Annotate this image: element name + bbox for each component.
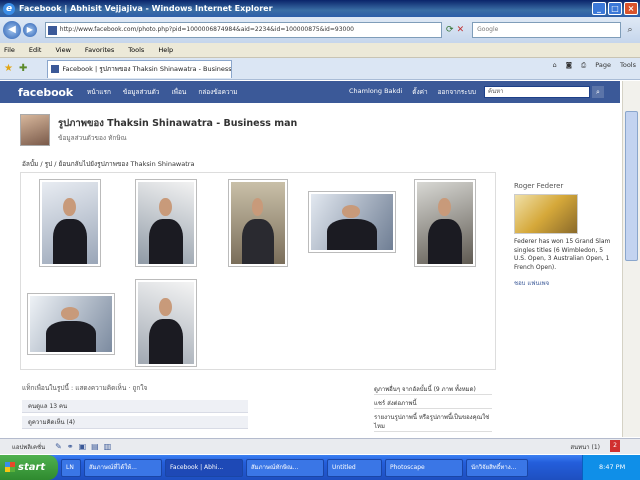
photo-grid <box>20 172 496 370</box>
search-icon[interactable]: ⌕ <box>623 23 637 37</box>
menu-help[interactable]: Help <box>158 46 173 54</box>
facebook-favicon-icon <box>51 64 60 73</box>
search-input[interactable]: Google <box>472 22 622 38</box>
photo-actions-label[interactable]: แท็กเพื่อนในรูปนี้ : แสดงความคิดเห็น · ถ… <box>22 383 252 393</box>
nav-settings[interactable]: ตั้งค่า <box>412 87 427 97</box>
home-icon[interactable]: ⌂ <box>553 61 557 70</box>
window-titlebar: e Facebook | Abhisit Vejjajiva - Windows… <box>0 0 640 17</box>
address-toolbar: ◀ ▶ http://www.facebook.com/photo.php?pi… <box>0 17 640 43</box>
facebook-chat-bar: แอปพลิเคชั่น ✎ ⚭ ▣ ▤ ▥ สนทนา (1) 2 <box>0 438 640 454</box>
refresh-icon[interactable]: ⟳ <box>446 25 454 35</box>
chat-button[interactable]: สนทนา (1) <box>570 442 600 452</box>
taskbar-item[interactable]: Facebook | Abhi... <box>165 458 243 477</box>
address-input[interactable]: http://www.facebook.com/photo.php?pid=10… <box>44 22 443 38</box>
photo-thumbnail[interactable] <box>135 279 197 367</box>
breadcrumb[interactable]: อัลบั้ม / รูป / ย้อนกลับไปยังรูปภาพของ T… <box>22 159 194 169</box>
forward-button[interactable]: ▶ <box>22 23 37 37</box>
taskbar-item[interactable]: Photoscape <box>385 458 463 477</box>
facebook-search-input[interactable]: ค้นหา <box>484 86 590 98</box>
scrollbar-thumb[interactable] <box>625 111 638 261</box>
nav-inbox[interactable]: กล่องข้อความ <box>198 87 237 97</box>
nav-profile[interactable]: ข้อมูลส่วนตัว <box>123 87 160 97</box>
tab-bar: ★ ✚ Facebook | รูปภาพของ Thaksin Shinawa… <box>0 58 640 80</box>
photo-thumbnail[interactable] <box>228 179 288 267</box>
app-shortcuts: ✎ ⚭ ▣ ▤ ▥ <box>55 442 111 451</box>
address-url: http://www.facebook.com/photo.php?pid=10… <box>59 26 354 33</box>
menu-edit[interactable]: Edit <box>29 46 42 54</box>
photo-thumbnail[interactable] <box>39 179 101 267</box>
taskbar-item[interactable]: นักวิจัยสิทธิ์ทาง... <box>466 458 528 477</box>
likes-row[interactable]: คนดูแล 13 คน <box>22 400 248 413</box>
maximize-button[interactable]: □ <box>608 2 622 15</box>
sidebar-ad: Roger Federer Federer has won 15 Grand S… <box>506 172 614 292</box>
taskbar-item[interactable]: Untitled <box>327 458 382 477</box>
photo-thumbnail[interactable] <box>135 179 197 267</box>
events-icon[interactable]: ▤ <box>91 442 99 451</box>
report-link[interactable]: รายงานรูปภาพนี้ หรือรูปภาพนี้เป็นของคุณใ… <box>374 413 492 432</box>
command-bar: ⌂ ◙ ⎙ Page Tools <box>553 61 636 70</box>
ad-image[interactable] <box>514 194 578 234</box>
links-icon[interactable]: ⚭ <box>67 442 74 451</box>
taskbar-item[interactable]: LN <box>61 458 81 477</box>
notifications-badge[interactable]: 2 <box>610 440 620 452</box>
taskbar-item[interactable]: สัมภาษณ์ทักษิณ... <box>246 458 324 477</box>
system-tray-clock[interactable]: 8:47 PM <box>582 455 640 480</box>
facebook-logo[interactable]: facebook <box>18 86 73 99</box>
album-title: รูปภาพของ Thaksin Shinawatra - Business … <box>58 118 298 129</box>
video-icon[interactable]: ▥ <box>104 442 112 451</box>
facebook-search-icon[interactable]: ⌕ <box>592 86 604 98</box>
comments-row[interactable]: ดูความคิดเห็น (4) <box>22 416 248 429</box>
windows-taskbar: start LN สัมภาษณ์ที่ได้ให้... Facebook |… <box>0 455 640 480</box>
nav-user[interactable]: Chamlong Bakdi <box>349 87 402 97</box>
tab-label: Facebook | รูปภาพของ Thaksin Shinawatra … <box>62 64 233 73</box>
stop-icon[interactable]: ✕ <box>457 25 465 35</box>
facebook-nav-left: หน้าแรก ข้อมูลส่วนตัว เพื่อน กล่องข้อควา… <box>87 87 238 97</box>
internet-explorer-icon: e <box>3 2 15 15</box>
share-link[interactable]: แชร์ ส่งต่อภาพนี้ <box>374 399 492 409</box>
facebook-nav-right: Chamlong Bakdi ตั้งค่า ออกจากระบบ <box>349 87 476 97</box>
menu-favorites[interactable]: Favorites <box>85 46 114 54</box>
menu-file[interactable]: File <box>4 46 15 54</box>
minimize-button[interactable]: _ <box>592 2 606 15</box>
nav-friends[interactable]: เพื่อน <box>171 87 186 97</box>
nav-home[interactable]: หน้าแรก <box>87 87 111 97</box>
window-controls: _ □ × <box>592 2 638 15</box>
tools-menu[interactable]: Tools <box>620 61 636 70</box>
window-title: Facebook | Abhisit Vejjajiva - Windows I… <box>19 4 273 13</box>
facebook-header: facebook หน้าแรก ข้อมูลส่วนตัว เพื่อน กล… <box>0 81 620 103</box>
ad-text: Federer has won 15 Grand Slam singles ti… <box>514 238 611 271</box>
photo-actions: แท็กเพื่อนในรูปนี้ : แสดงความคิดเห็น · ถ… <box>22 383 252 429</box>
print-icon[interactable]: ⎙ <box>581 61 586 70</box>
ad-title[interactable]: Roger Federer <box>514 182 563 190</box>
menu-tools[interactable]: Tools <box>128 46 144 54</box>
album-link[interactable]: ดูภาพอื่นๆ จากอัลบั้มนี้ (9 ภาพ ทั้งหมด) <box>374 385 492 395</box>
page-menu[interactable]: Page <box>595 61 611 70</box>
menu-view[interactable]: View <box>55 46 70 54</box>
photo-thumbnail[interactable] <box>414 179 476 267</box>
ad-like-link[interactable]: ชอบ แฟนเพจ <box>514 278 549 288</box>
favorites-star-icon[interactable]: ★ <box>4 63 13 74</box>
nav-logout[interactable]: ออกจากระบบ <box>438 87 476 97</box>
close-button[interactable]: × <box>624 2 638 15</box>
back-button[interactable]: ◀ <box>3 21 21 39</box>
notes-icon[interactable]: ✎ <box>55 442 62 451</box>
photo-info-links: ดูภาพอื่นๆ จากอัลบั้มนี้ (9 ภาพ ทั้งหมด)… <box>374 385 492 436</box>
add-favorites-icon[interactable]: ✚ <box>19 63 27 74</box>
tab-facebook[interactable]: Facebook | รูปภาพของ Thaksin Shinawatra … <box>47 59 233 78</box>
facebook-favicon-icon <box>47 26 57 35</box>
feeds-icon[interactable]: ◙ <box>566 61 572 70</box>
applications-button[interactable]: แอปพลิเคชั่น <box>12 442 45 452</box>
photo-thumbnail[interactable] <box>308 191 396 253</box>
profile-picture[interactable] <box>20 114 50 146</box>
address-actions: ⟳ ✕ <box>446 25 464 35</box>
photo-thumbnail[interactable] <box>27 293 115 355</box>
album-subtitle[interactable]: ข้อมูลส่วนตัวของ ทักษิณ <box>58 133 127 143</box>
start-button[interactable]: start <box>0 455 58 480</box>
photos-icon[interactable]: ▣ <box>79 442 87 451</box>
menu-bar: File Edit View Favorites Tools Help <box>0 43 640 58</box>
taskbar-item[interactable]: สัมภาษณ์ที่ได้ให้... <box>84 458 162 477</box>
vertical-scrollbar[interactable] <box>622 81 640 437</box>
